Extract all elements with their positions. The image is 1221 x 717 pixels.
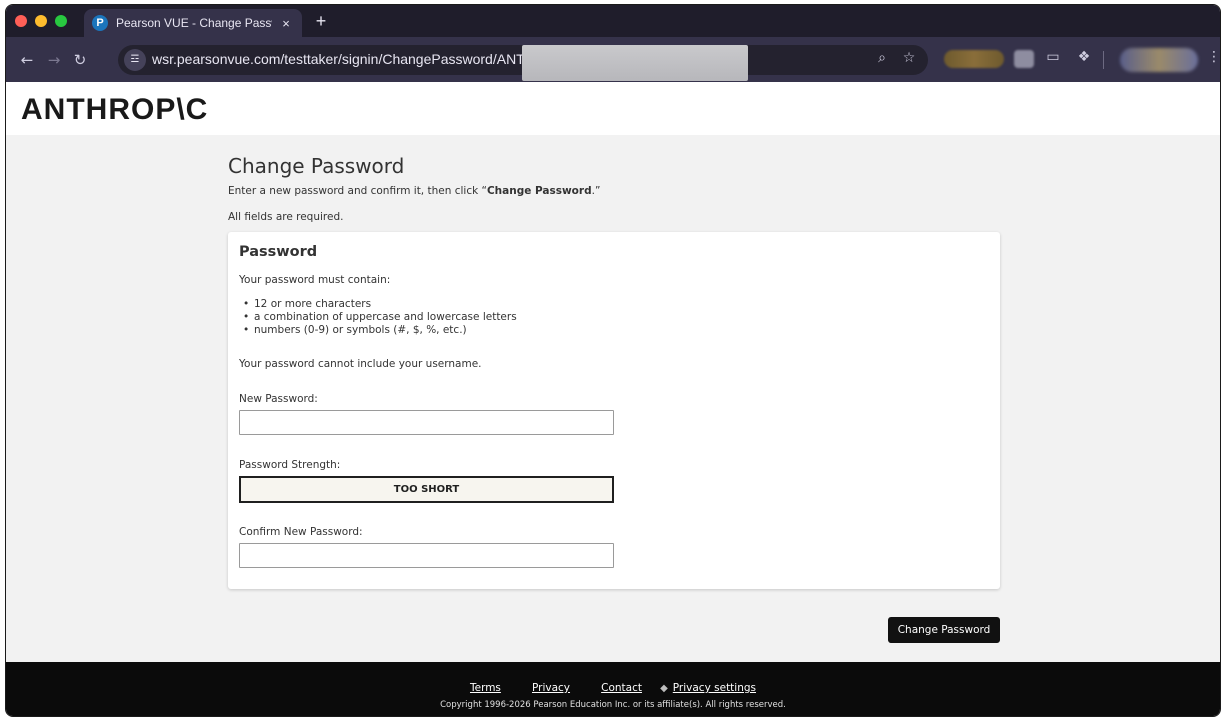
browser-window: P Pearson VUE - Change Passw × + ← → ↻ ☲… <box>5 4 1221 717</box>
no-username-note: Your password cannot include your userna… <box>239 358 482 370</box>
redaction-overlay <box>522 45 748 81</box>
reload-icon[interactable]: ↻ <box>69 49 91 71</box>
forward-arrow-icon[interactable]: → <box>43 49 65 71</box>
password-strength-meter: TOO SHORT <box>239 476 614 503</box>
anthropic-logo: ANTHROP\C <box>21 93 209 126</box>
address-bar[interactable]: ☲ wsr.pearsonvue.com/testtaker/signin/Ch… <box>118 45 928 81</box>
tab-pearson-vue[interactable]: P Pearson VUE - Change Passw × <box>84 9 302 37</box>
instructions-text: Enter a new password and confirm it, the… <box>228 185 600 197</box>
profile-avatar[interactable] <box>1120 48 1198 72</box>
back-arrow-icon[interactable]: ← <box>16 49 38 71</box>
privacy-settings-link[interactable]: Privacy settings <box>673 682 756 694</box>
close-window-button[interactable] <box>15 15 27 27</box>
site-footer: Terms Privacy Contact ◆ Privacy settings … <box>6 662 1220 716</box>
close-tab-icon[interactable]: × <box>278 16 294 31</box>
bookmark-star-icon[interactable]: ☆ <box>899 50 919 66</box>
instructions-prefix: Enter a new password and confirm it, the… <box>228 185 487 197</box>
new-password-input[interactable] <box>239 410 614 435</box>
maximize-window-button[interactable] <box>55 15 67 27</box>
cast-icon[interactable]: ▭ <box>1043 49 1063 65</box>
password-rules-list: 12 or more characters a combination of u… <box>239 298 517 337</box>
tab-title: Pearson VUE - Change Passw <box>116 16 272 30</box>
change-password-button[interactable]: Change Password <box>888 617 1000 643</box>
tab-strip: P Pearson VUE - Change Passw × + <box>6 5 1220 37</box>
browser-menu-icon[interactable]: ⋮ <box>1204 49 1220 65</box>
pearson-favicon-icon: P <box>92 15 108 31</box>
confirm-password-input[interactable] <box>239 543 614 568</box>
page-content: Change Password Enter a new password and… <box>6 135 1220 666</box>
contact-link[interactable]: Contact <box>601 682 642 694</box>
toolbar-divider <box>1103 51 1104 69</box>
confirm-password-label: Confirm New Password: <box>239 526 363 538</box>
copyright-text: Copyright 1996-2026 Pearson Education In… <box>440 700 786 710</box>
extension-icon-blurred[interactable] <box>1014 50 1034 68</box>
password-rule: a combination of uppercase and lowercase… <box>239 311 517 324</box>
zoom-icon[interactable]: ⌕ <box>872 50 892 66</box>
instructions-suffix: .” <box>591 185 601 197</box>
footer-links: Terms Privacy Contact ◆ Privacy settings <box>6 676 1220 695</box>
password-strength-label: Password Strength: <box>239 459 341 471</box>
extension-icons-blurred[interactable] <box>944 50 1004 68</box>
new-password-label: New Password: <box>239 393 318 405</box>
privacy-link[interactable]: Privacy <box>532 682 570 694</box>
password-rule: 12 or more characters <box>239 298 517 311</box>
site-header: ANTHROP\C <box>6 82 1220 135</box>
password-rule: numbers (0-9) or symbols (#, $, %, etc.) <box>239 324 517 337</box>
site-info-icon[interactable]: ☲ <box>124 49 146 71</box>
new-tab-button[interactable]: + <box>310 10 332 32</box>
browser-toolbar: ← → ↻ ☲ wsr.pearsonvue.com/testtaker/sig… <box>6 37 1220 82</box>
page-title: Change Password <box>228 154 405 178</box>
required-fields-note: All fields are required. <box>228 211 344 223</box>
password-card: Password Your password must contain: 12 … <box>228 232 1000 589</box>
requirements-intro: Your password must contain: <box>239 274 391 286</box>
instructions-bold: Change Password <box>486 185 592 197</box>
terms-link[interactable]: Terms <box>470 682 501 694</box>
minimize-window-button[interactable] <box>35 15 47 27</box>
url-text[interactable]: wsr.pearsonvue.com/testtaker/signin/Chan… <box>152 51 535 67</box>
cookie-icon: ◆ <box>660 683 668 694</box>
extensions-puzzle-icon[interactable]: ❖ <box>1074 49 1094 65</box>
card-title: Password <box>239 244 318 260</box>
